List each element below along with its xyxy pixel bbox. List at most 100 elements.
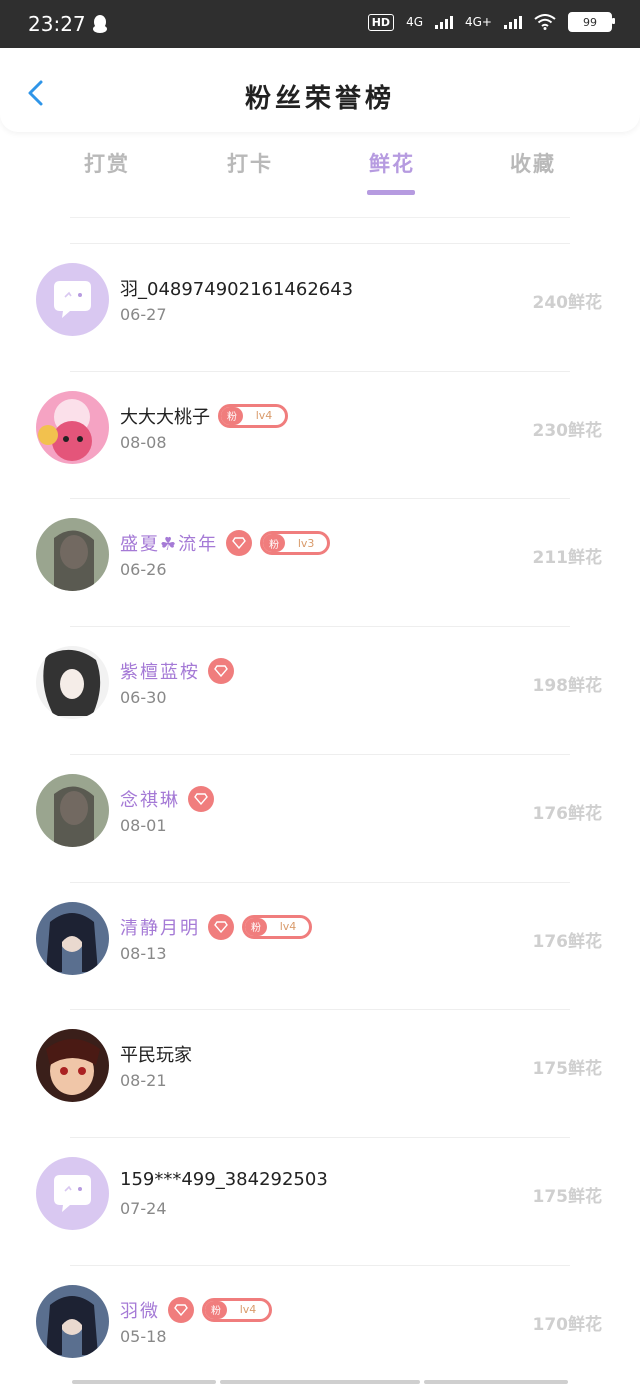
signal-icon [435, 15, 453, 29]
user-name-line: 159***499_384292503 [120, 1169, 328, 1190]
user-name: 念祺琳 [120, 789, 180, 811]
row-divider [70, 626, 570, 628]
status-icons: HD 4G 4G+ 99 [367, 12, 615, 32]
row-divider [70, 1009, 570, 1011]
fan-level-badge: 粉 lv3 [260, 531, 331, 556]
user-name-line: 紫檀蓝桉 [120, 658, 234, 685]
app-header: 粉丝荣誉榜 [0, 48, 640, 132]
clock: 23:27 [28, 12, 86, 36]
scroll-indicator [72, 1380, 216, 1384]
date: 07-24 [120, 1198, 167, 1218]
fan-level-badge: 粉 lv4 [242, 914, 312, 939]
user-name-line: 羽微 粉 lv4 [120, 1296, 272, 1323]
list-item[interactable]: 清静月明 粉 lv4 08-13 176鲜花 [0, 881, 640, 1009]
flower-count: 230鲜花 [532, 420, 603, 441]
flower-count: 240鲜花 [532, 293, 603, 313]
date: 08-08 [120, 432, 167, 452]
user-name-line: 平民玩家 [120, 1041, 192, 1067]
active-tab-indicator [367, 190, 415, 195]
network-4g-label: 4G [406, 15, 423, 29]
signal-icon-2 [504, 15, 522, 29]
date: 06-27 [120, 305, 167, 324]
date: 08-01 [120, 815, 167, 835]
qq-penguin-icon [93, 15, 107, 33]
tab-checkin[interactable]: 打卡 [227, 148, 273, 178]
date: 06-30 [120, 688, 167, 708]
user-name: 紫檀蓝桉 [120, 662, 200, 684]
list-item[interactable]: 大大大桃子粉 lv4 08-08 230鲜花 [0, 370, 640, 498]
tab-favorites[interactable]: 收藏 [510, 148, 556, 178]
row-divider [70, 370, 570, 372]
flower-count: 175鲜花 [532, 1059, 603, 1080]
diamond-vip-icon [208, 658, 234, 685]
row-divider [70, 498, 570, 500]
user-name-line: 盛夏☘流年 粉 lv3 [120, 530, 331, 557]
flower-count: 211鲜花 [532, 548, 603, 569]
date: 08-21 [120, 1071, 167, 1091]
date: 05-18 [120, 1326, 167, 1346]
user-name: 大大大桃子 [120, 406, 210, 428]
fan-badge-label: 粉 [263, 534, 286, 553]
row-divider [70, 1264, 570, 1266]
tab-bar: 打赏 打卡 鲜花 收藏 [0, 148, 640, 204]
avatar[interactable] [36, 901, 109, 975]
diamond-vip-icon [168, 1296, 194, 1323]
user-name-line: 念祺琳 [120, 785, 214, 812]
flower-count: 175鲜花 [532, 1186, 603, 1207]
user-name: 平民玩家 [120, 1045, 192, 1067]
diamond-vip-icon [226, 530, 253, 557]
list-item[interactable]: 159***499_384292503 07-24 175鲜花 [0, 1136, 640, 1264]
user-name-line: 清静月明 粉 lv4 [120, 913, 312, 940]
fan-level-value: lv4 [279, 920, 297, 933]
list-item[interactable]: 羽微 粉 lv4 05-18 170鲜花 [0, 1264, 640, 1392]
scroll-indicator [424, 1380, 568, 1384]
date: 08-13 [120, 943, 167, 963]
divider [70, 217, 570, 218]
list-item[interactable]: 紫檀蓝桉 06-30 198鲜花 [0, 626, 640, 753]
user-name: 159***499_384292503 [120, 1168, 328, 1190]
status-bar: 23:27 HD 4G 4G+ 99 [0, 0, 640, 48]
fan-level-value: lv4 [239, 1303, 257, 1317]
user-name-line: 羽_048974902161462643 [120, 275, 353, 301]
fan-badge-label: 粉 [245, 917, 267, 936]
network-4g-plus-label: 4G+ [465, 15, 492, 29]
avatar[interactable] [36, 646, 109, 720]
flower-count: 198鲜花 [532, 676, 603, 697]
list-item[interactable]: 念祺琳 08-01 176鲜花 [0, 753, 640, 881]
list-item[interactable]: 羽_048974902161462643 06-27 240鲜花 [0, 243, 640, 370]
row-divider [70, 1136, 570, 1138]
user-name: 羽_048974902161462643 [120, 279, 354, 300]
date: 06-26 [120, 560, 167, 580]
battery-icon: 99 [568, 12, 615, 32]
fan-level-badge: 粉 lv4 [202, 1297, 272, 1322]
user-name: 盛夏☘流年 [120, 534, 219, 556]
diamond-vip-icon [188, 785, 214, 812]
scroll-indicator [220, 1380, 420, 1384]
fan-level-badge: 粉 lv4 [218, 403, 288, 428]
avatar[interactable] [36, 1284, 109, 1358]
avatar[interactable] [36, 1156, 109, 1230]
user-name: 清静月明 [120, 917, 200, 939]
flower-count: 176鲜花 [532, 931, 603, 952]
hd-icon: HD [367, 13, 395, 31]
flower-count: 176鲜花 [532, 803, 603, 824]
fan-level-value: lv4 [255, 409, 273, 423]
row-divider [70, 753, 570, 755]
tab-flowers[interactable]: 鲜花 [369, 148, 415, 178]
avatar[interactable] [36, 518, 109, 592]
avatar[interactable] [36, 773, 109, 847]
wifi-icon [534, 14, 556, 30]
fan-level-value: lv3 [297, 536, 315, 550]
page-title: 粉丝荣誉榜 [244, 84, 395, 114]
fan-badge-label: 粉 [221, 406, 243, 425]
avatar[interactable] [36, 390, 109, 464]
list-item[interactable]: 盛夏☘流年 粉 lv3 06-26 211鲜花 [0, 498, 640, 625]
flower-count: 170鲜花 [532, 1314, 603, 1335]
list-item[interactable]: 平民玩家 08-21 175鲜花 [0, 1009, 640, 1136]
avatar[interactable] [36, 263, 109, 336]
row-divider [70, 881, 570, 883]
user-name-line: 大大大桃子粉 lv4 [120, 403, 288, 429]
tab-reward[interactable]: 打赏 [84, 148, 130, 178]
diamond-vip-icon [208, 913, 234, 940]
avatar[interactable] [36, 1029, 109, 1103]
